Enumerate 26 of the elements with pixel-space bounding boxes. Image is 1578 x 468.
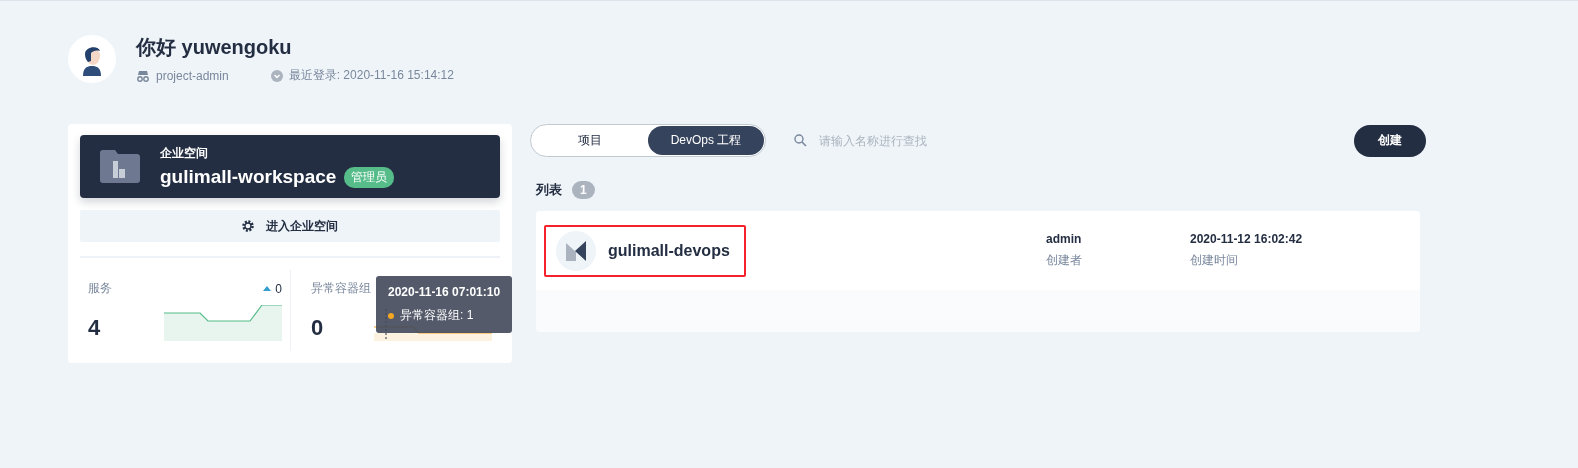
created-time: 2020-11-12 16:02:42 [1190,232,1303,246]
tab[interactable]: DevOps 工程 [648,126,764,155]
role-text: project-admin [156,68,229,83]
stat-label: 服务 [88,280,112,297]
stat-label: 异常容器组 [311,280,371,297]
tooltip-time: 2020-11-16 07:01:10 [388,285,501,299]
search-field[interactable]: 请输入名称进行查找 [817,132,1121,149]
trend-indicator: 0 [263,280,282,297]
tab[interactable]: 项目 [532,126,648,155]
created-label: 创建时间 [1190,252,1239,269]
count-badge: 1 [572,181,595,199]
project-name[interactable]: gulimall-devops [608,241,730,260]
workspace-label: 企业空间 [160,145,209,162]
greeting: 你好 yuwengoku [136,35,293,60]
list-title: 列表 [536,181,562,199]
tooltip-entry: 异常容器组: 1 [400,307,474,324]
creator: admin [1046,232,1083,246]
stat-value: 0 [311,315,324,341]
workspace-name: gulimall-workspace [160,166,337,188]
stat-value: 4 [88,315,101,341]
role-badge: 管理员 [344,166,395,188]
create-button[interactable]: 创建 [1354,124,1426,157]
last-login: 最近登录: 2020-11-16 15:14:12 [288,67,454,84]
list-row[interactable]: gulimall-devops admin 创建者 2020-11-12 16:02:42 创建时间 [536,211,1420,290]
enter-workspace-button[interactable]: 进入企业空间 [80,210,500,242]
creator-label: 创建者 [1046,252,1083,269]
